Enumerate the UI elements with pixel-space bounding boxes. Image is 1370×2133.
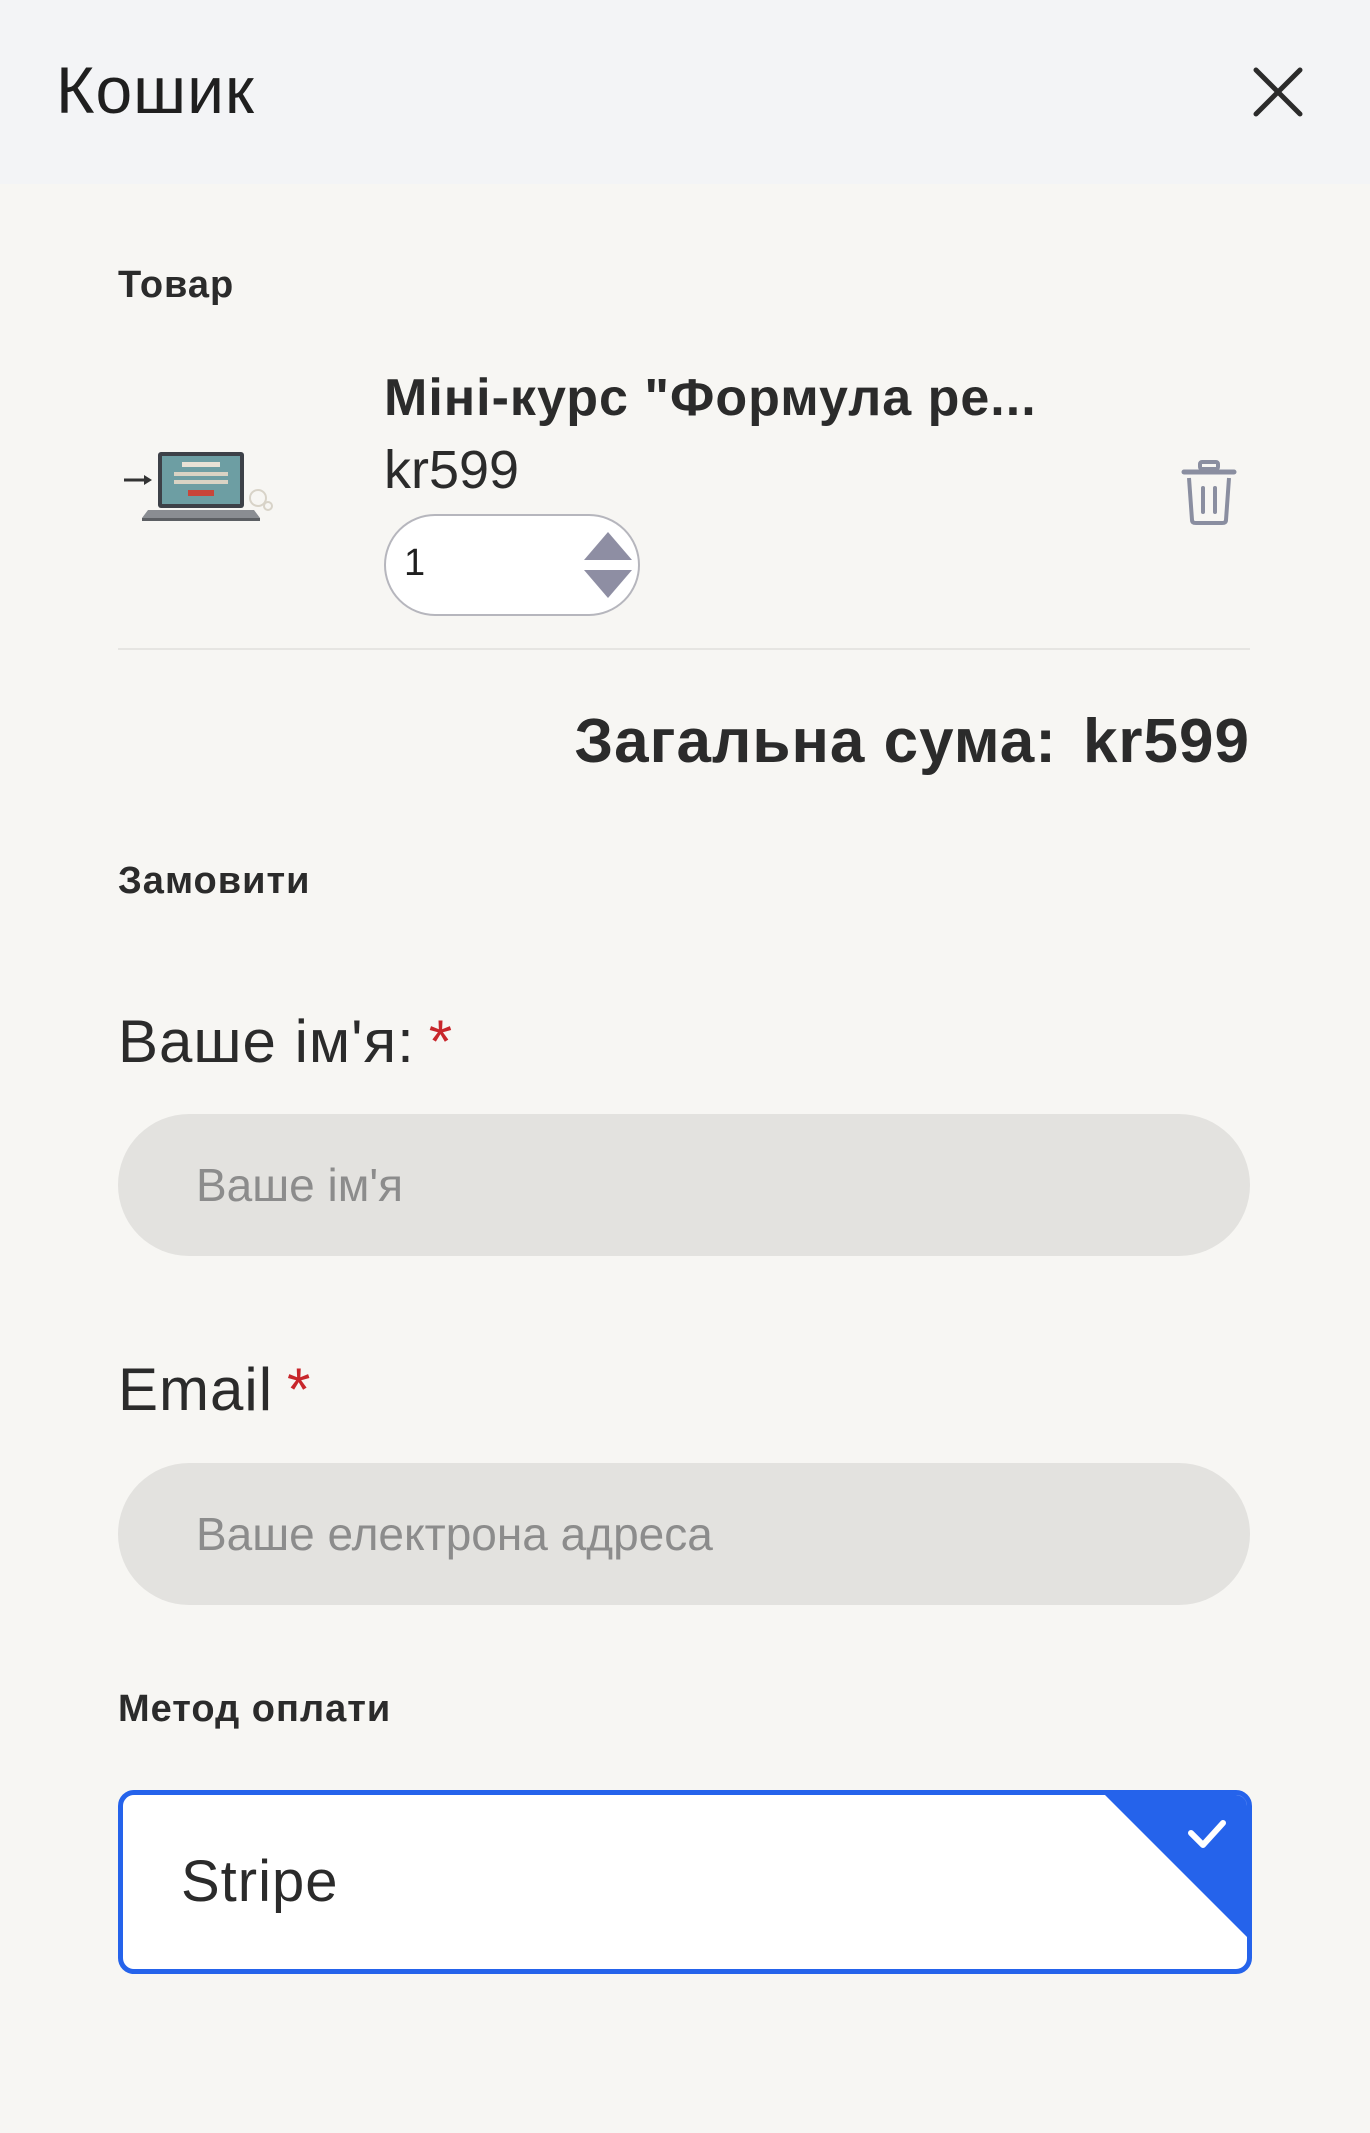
trash-icon[interactable]	[1180, 460, 1238, 526]
product-section-label: Товар	[118, 264, 235, 306]
cart-title: Кошик	[56, 53, 255, 127]
stepper-down-icon[interactable]	[584, 570, 632, 598]
cart-header: Кошик	[0, 0, 1370, 184]
cart-total: Загальна сума: kr599	[574, 704, 1250, 780]
product-name: Міні-курс "Формула ре...	[384, 369, 1037, 427]
payment-method-label: Stripe	[181, 1849, 339, 1914]
order-section-label: Замовити	[118, 860, 311, 902]
selected-check-icon	[1105, 1795, 1247, 1937]
email-label-text: Email	[118, 1356, 274, 1423]
cart-divider	[118, 648, 1250, 650]
name-label-text: Ваше ім'я:	[118, 1008, 415, 1075]
required-marker: *	[287, 1356, 312, 1423]
close-icon[interactable]	[1248, 62, 1308, 122]
name-field-label: Ваше ім'я: *	[118, 1006, 453, 1078]
email-input[interactable]	[118, 1463, 1250, 1605]
total-value: kr599	[1082, 707, 1250, 776]
name-input[interactable]	[118, 1114, 1250, 1256]
product-thumbnail	[118, 440, 278, 540]
email-field-label: Email *	[118, 1354, 311, 1426]
product-price: kr599	[384, 440, 520, 500]
payment-option-stripe[interactable]: Stripe	[118, 1790, 1252, 1974]
total-label: Загальна сума:	[574, 707, 1057, 776]
stepper-up-icon[interactable]	[584, 532, 632, 560]
quantity-value[interactable]: 1	[404, 542, 425, 585]
quantity-input[interactable]: 1	[384, 514, 640, 616]
required-marker: *	[428, 1008, 454, 1075]
remove-item-button[interactable]	[1180, 460, 1238, 526]
payment-section-label: Метод оплати	[118, 1688, 392, 1730]
quantity-stepper[interactable]	[580, 528, 636, 602]
close-button[interactable]	[1248, 62, 1308, 122]
laptop-image	[124, 452, 273, 521]
